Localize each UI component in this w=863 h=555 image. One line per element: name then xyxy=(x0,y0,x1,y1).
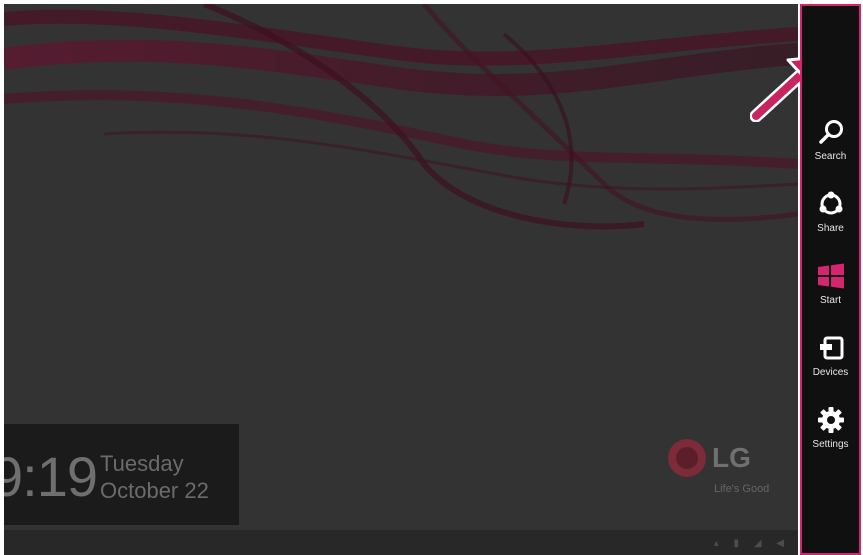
clock-day: Tuesday xyxy=(100,451,184,476)
clock-panel: 9:19 Tuesday October 22 xyxy=(4,424,239,525)
charm-devices[interactable]: Devices xyxy=(802,333,859,391)
charm-start[interactable]: Start xyxy=(802,261,859,319)
clock-time: 9:19 xyxy=(4,445,98,508)
charm-label-search: Search xyxy=(814,151,847,162)
gear-icon xyxy=(818,407,844,433)
lg-brand-text: LG xyxy=(712,442,751,473)
charm-label-start: Start xyxy=(819,295,842,306)
charm-label-devices: Devices xyxy=(812,367,849,378)
charm-label-share: Share xyxy=(817,223,844,234)
charm-search[interactable]: Search xyxy=(802,117,859,175)
lg-logo: LG Life's Good xyxy=(668,439,788,499)
lg-tagline: Life's Good xyxy=(714,483,770,495)
devices-icon xyxy=(820,336,844,360)
lock-screen: 9:19 Tuesday October 22 LG Life's Good ▴… xyxy=(4,4,798,555)
system-tray-icons: ▴ ▮ ◢ ◀ xyxy=(713,538,790,549)
charm-settings[interactable]: Settings xyxy=(802,405,859,463)
lg-logo-mark xyxy=(668,439,706,477)
charm-share[interactable]: Share xyxy=(802,189,859,247)
charms-bar: Search Share Start Devices Settings xyxy=(800,4,861,555)
windows-start-icon xyxy=(818,263,844,289)
clock-date: October 22 xyxy=(100,478,209,503)
taskbar: ▴ ▮ ◢ ◀ xyxy=(4,530,798,555)
charm-label-settings: Settings xyxy=(812,439,849,450)
share-icon xyxy=(819,191,843,215)
search-icon xyxy=(819,120,843,144)
